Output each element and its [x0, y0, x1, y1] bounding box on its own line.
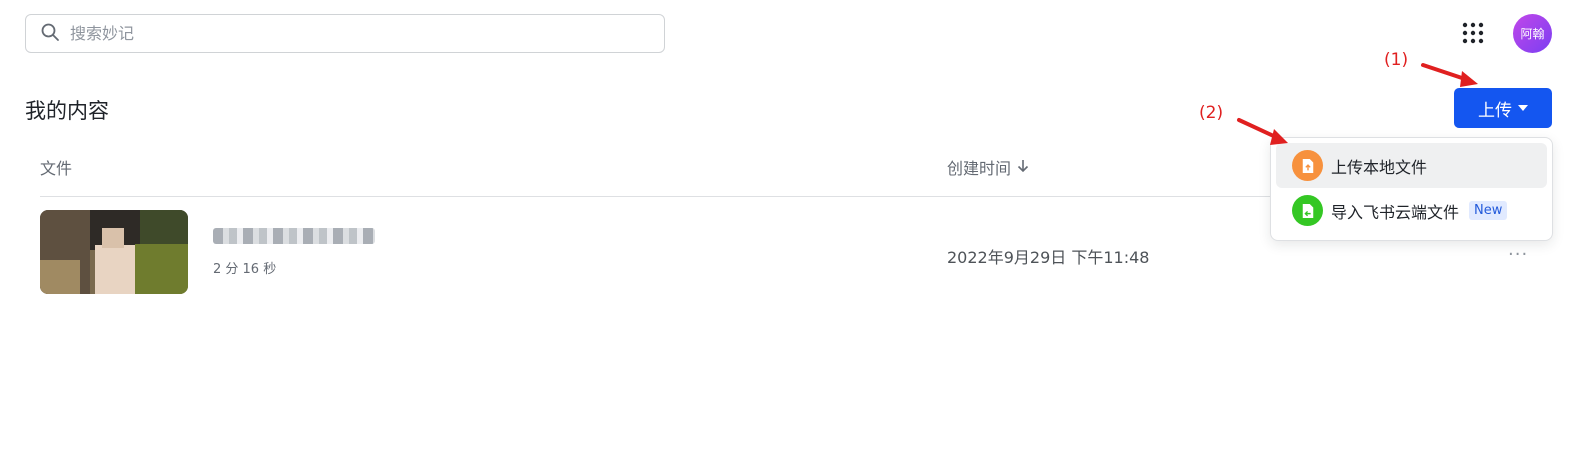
annotation-step2-label: (2)	[1199, 103, 1224, 123]
sort-down-arrow-icon	[1017, 158, 1029, 177]
menu-item-import-cloud[interactable]: 导入飞书云端文件 New	[1276, 188, 1547, 233]
avatar-text: 阿翰	[1520, 27, 1545, 41]
caret-down-icon	[1518, 105, 1528, 111]
more-options-button[interactable]: ···	[1508, 244, 1528, 265]
annotation-arrow-1-icon	[1421, 63, 1478, 87]
new-badge: New	[1469, 201, 1508, 220]
column-header-created-label: 创建时间	[947, 159, 1012, 178]
menu-item-upload-local[interactable]: 上传本地文件	[1276, 143, 1547, 188]
annotation-arrow-2-icon	[1237, 118, 1288, 145]
column-header-created[interactable]: 创建时间	[947, 155, 1029, 179]
search-input[interactable]	[70, 24, 630, 43]
video-thumbnail[interactable]	[40, 210, 188, 294]
file-name-blurred[interactable]	[213, 228, 375, 244]
import-file-icon	[1292, 195, 1323, 226]
created-time: 2022年9月29日 下午11:48	[947, 248, 1150, 267]
apps-grid-icon[interactable]	[1462, 22, 1484, 44]
upload-button[interactable]: 上传	[1454, 88, 1552, 128]
upload-file-icon	[1292, 150, 1323, 181]
menu-item-label: 导入飞书云端文件	[1331, 202, 1460, 222]
search-box[interactable]	[25, 14, 665, 53]
search-icon	[40, 22, 60, 46]
file-duration: 2 分 16 秒	[213, 262, 277, 277]
upload-button-label: 上传	[1478, 100, 1512, 121]
column-header-file: 文件	[40, 159, 73, 178]
menu-item-label: 上传本地文件	[1331, 157, 1428, 177]
annotation-step1-label: (1)	[1384, 50, 1409, 70]
page-title: 我的内容	[25, 99, 109, 123]
upload-dropdown-menu: 上传本地文件 导入飞书云端文件 New	[1270, 137, 1553, 241]
avatar[interactable]: 阿翰	[1513, 14, 1552, 53]
